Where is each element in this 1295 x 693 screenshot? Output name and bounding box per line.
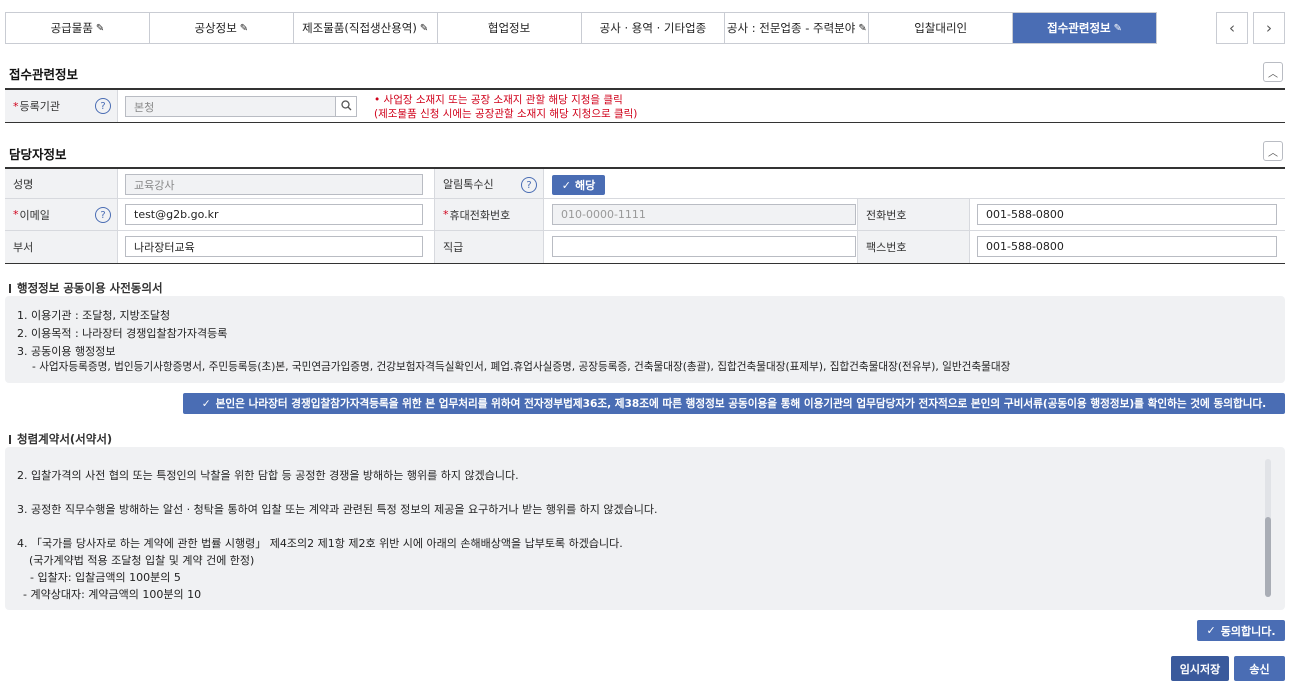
mobile-field[interactable]: 010-0000-1111 <box>552 204 856 225</box>
pledge-section-title: 청렴계약서(서약서) <box>9 431 112 447</box>
name-field[interactable]: 교육강사 <box>125 174 423 195</box>
contact-row-1: 성명 교육강사 알림톡수신 ? ✓ 해당 <box>5 167 1285 199</box>
pledge-line: 2. 입찰가격의 사전 협의 또는 특정인의 낙찰을 위한 담합 등 공정한 경… <box>17 469 519 482</box>
tab-1[interactable]: 공급물품 ✎ <box>6 13 150 43</box>
pledge-line: 3. 공정한 직무수행을 방해하는 알선 · 청탁을 통하여 입찰 또는 계약과… <box>17 503 658 516</box>
check-icon: ✓ <box>1206 624 1216 637</box>
send-button[interactable]: 송신 <box>1234 656 1285 681</box>
tab-3[interactable]: 제조물품(직접생산용역) ✎ <box>293 13 438 43</box>
tab-next-button[interactable]: › <box>1253 12 1285 44</box>
tab-prev-button[interactable]: ‹ <box>1216 12 1248 44</box>
contact-section-title: 담당자정보 <box>9 147 67 162</box>
reception-section-title: 접수관련정보 <box>9 67 79 82</box>
contact-row-2: * 이메일 ? test@g2b.go.kr * 휴대전화번호 010-0000-1… <box>5 199 1285 231</box>
consent-line: 1. 이용기관 : 조달청, 지방조달청 <box>17 309 171 322</box>
tab-2[interactable]: 공상정보 ✎ <box>149 13 294 43</box>
tab-4[interactable]: 협업정보 <box>437 13 582 43</box>
notify-help-icon[interactable]: ? <box>521 177 537 193</box>
chevron-right-icon: › <box>1266 19 1272 37</box>
mobile-label: * 휴대전화번호 <box>434 199 544 230</box>
fax-label: 팩스번호 <box>857 231 970 263</box>
consent-line: 2. 이용목적 : 나라장터 경쟁입찰참가자격등록 <box>17 327 228 340</box>
temp-save-button[interactable]: 임시저장 <box>1171 656 1229 681</box>
pledge-scrollbar-thumb[interactable] <box>1265 517 1271 597</box>
email-help-icon[interactable]: ? <box>95 207 111 223</box>
dept-label: 부서 <box>5 231 118 263</box>
consent-line: 3. 공동이용 행정정보 <box>17 345 116 358</box>
registry-field[interactable]: 본청 <box>125 96 336 117</box>
phone-label: 전화번호 <box>857 199 970 230</box>
consent-line: - 사업자등록증명, 법인등기사항증명서, 주민등록등(초)본, 국민연금가입증… <box>32 361 1011 373</box>
tab-bar: 공급물품 ✎ 공상정보 ✎ 제조물품(직접생산용역) ✎ 협업정보 공사 · 용역 · 기타업… <box>5 12 1157 44</box>
chevron-left-icon: ‹ <box>1229 19 1235 37</box>
consent-text-box: 1. 이용기관 : 조달청, 지방조달청 2. 이용목적 : 나라장터 경쟁입찰… <box>5 296 1285 383</box>
consent-agree-button[interactable]: ✓ 본인은 나라장터 경쟁입찰참가자격등록을 위한 본 업무처리를 위하여 전자정… <box>183 393 1285 414</box>
tab-5[interactable]: 공사 · 용역 · 기타업종 <box>581 13 726 43</box>
fax-field[interactable]: 001-588-0800 <box>977 236 1277 257</box>
tab-8[interactable]: 접수관련정보 ✎ <box>1013 13 1156 43</box>
registry-note: • 사업장 소재지 또는 공장 소재지 관할 해당 지청을 클릭 (제조물품 신… <box>374 94 638 120</box>
pledge-line: 4. 「국가를 당사자로 하는 계약에 관한 법률 시행령」 제4조의2 제1항… <box>17 537 623 550</box>
position-label: 직급 <box>434 231 544 263</box>
check-icon: ✓ <box>201 397 211 410</box>
name-label: 성명 <box>5 169 118 198</box>
notify-toggle-button[interactable]: ✓ 해당 <box>552 175 605 195</box>
pledge-line: - 계약상대자: 계약금액의 100분의 10 <box>23 588 202 601</box>
pencil-icon: ✎ <box>858 22 867 34</box>
pencil-icon: ✎ <box>419 22 429 34</box>
search-icon <box>340 99 352 114</box>
position-field[interactable] <box>552 236 856 257</box>
phone-field[interactable]: 001-588-0800 <box>977 204 1277 225</box>
registry-help-icon[interactable]: ? <box>95 98 111 114</box>
contact-row-3: 부서 나라장터교육 직급 팩스번호 001-588-0800 <box>5 231 1285 264</box>
pencil-icon: ✎ <box>1113 22 1122 34</box>
pencil-icon: ✎ <box>95 22 105 34</box>
pledge-agree-button[interactable]: ✓ 동의합니다. <box>1197 620 1285 641</box>
dept-field[interactable]: 나라장터교육 <box>125 236 423 257</box>
pledge-scrollbar[interactable] <box>1265 459 1271 597</box>
reception-form: * 등록기관 ? 본청 • 사업장 소재지 또는 공장 소재지 관할 해당 지청을… <box>5 88 1285 123</box>
pledge-line: - 입찰자: 입찰금액의 100분의 5 <box>30 571 181 584</box>
consent-section-title: 행정정보 공동이용 사전동의서 <box>9 280 163 296</box>
contact-collapse-button[interactable]: ︿ <box>1263 141 1283 161</box>
registry-search-button[interactable] <box>335 96 357 117</box>
tab-7[interactable]: 입찰대리인 <box>869 13 1014 43</box>
chevron-up-icon: ︿ <box>1268 68 1278 80</box>
tab-6[interactable]: 공사 : 전문업종 - 주력분야 ✎ <box>725 13 870 43</box>
pledge-text-box[interactable]: 2. 입찰가격의 사전 협의 또는 특정인의 낙찰을 위한 담합 등 공정한 경… <box>5 447 1285 610</box>
check-icon: ✓ <box>561 178 571 192</box>
email-field[interactable]: test@g2b.go.kr <box>125 204 423 225</box>
chevron-up-icon: ︿ <box>1268 147 1278 159</box>
reception-collapse-button[interactable]: ︿ <box>1263 62 1283 82</box>
pencil-icon: ✎ <box>239 22 249 34</box>
pledge-line: (국가계약법 적용 조달청 입찰 및 계약 건에 한정) <box>29 554 255 567</box>
